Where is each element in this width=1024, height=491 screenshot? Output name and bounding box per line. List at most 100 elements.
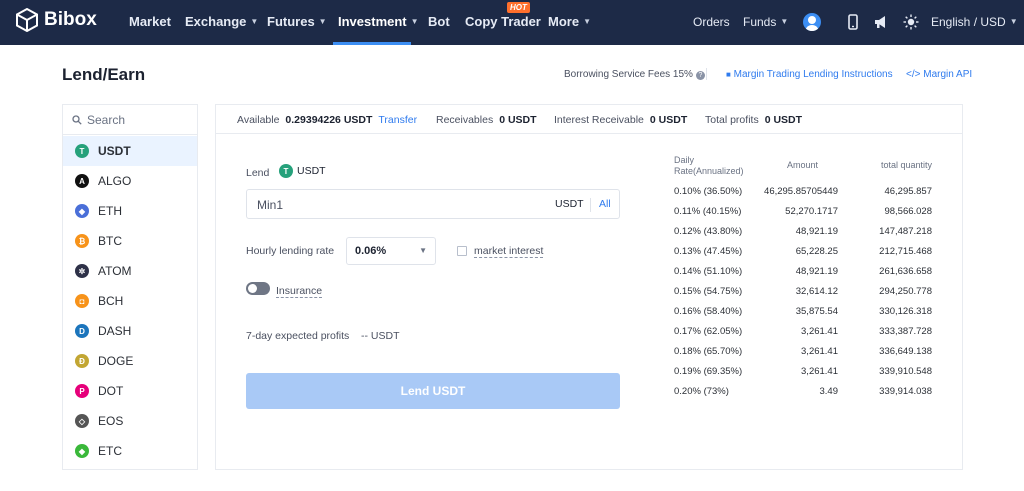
lending-instructions-label: Margin Trading Lending Instructions <box>733 69 893 80</box>
amount-cell: 35,875.54 <box>795 306 838 317</box>
code-icon: </> <box>906 69 921 80</box>
lending-rate-select[interactable]: 0.06% ▼ <box>346 237 436 265</box>
market-interest-checkbox[interactable] <box>457 246 467 256</box>
bibox-cube-icon <box>16 8 38 32</box>
nav-bot[interactable]: Bot <box>428 14 450 29</box>
all-button[interactable]: All <box>599 198 611 210</box>
insurance-toggle[interactable] <box>246 282 270 295</box>
coin-item-algo[interactable]: A ALGO <box>63 166 197 196</box>
coin-item-dash[interactable]: D DASH <box>63 316 197 346</box>
nav-more[interactable]: More ▼ <box>548 14 591 29</box>
amount-unit: USDT <box>555 198 584 210</box>
insurance-text: Insurance <box>276 285 323 298</box>
nav-investment-label: Investment <box>338 14 407 29</box>
coin-item-dot[interactable]: P DOT <box>63 376 197 406</box>
total-cell: 333,387.728 <box>879 326 932 337</box>
nav-futures[interactable]: Futures ▼ <box>267 14 327 29</box>
nav-market[interactable]: Market <box>129 14 171 29</box>
amount-cell: 65,228.25 <box>795 246 838 257</box>
amount-placeholder: Min1 <box>257 198 284 212</box>
search-input[interactable]: Search <box>63 105 197 135</box>
rate-cell: 0.14% (51.10%) <box>674 266 743 277</box>
phone-icon[interactable] <box>845 14 861 30</box>
active-tab-indicator <box>333 42 411 45</box>
coin-item-atom[interactable]: ✲ ATOM <box>63 256 197 286</box>
nav-more-label: More <box>548 14 580 29</box>
nav-funds-label: Funds <box>743 15 777 29</box>
rate-cell: 0.10% (36.50%) <box>674 186 743 197</box>
bch-coin-icon: ◘ <box>75 294 89 308</box>
expected-profits-label: 7-day expected profits <box>246 330 350 342</box>
page-title: Lend/Earn <box>62 65 146 84</box>
coin-symbol: USDT <box>98 144 131 158</box>
language-selector[interactable]: English / USD ▼ <box>931 15 1018 29</box>
doge-coin-icon: Ð <box>75 354 89 368</box>
chevron-down-icon: ▼ <box>318 17 327 26</box>
transfer-link[interactable]: Transfer <box>378 114 417 126</box>
total-profits-label: Total profits <box>705 114 759 126</box>
coin-symbol: DASH <box>98 324 132 338</box>
coin-item-doge[interactable]: Ð DOGE <box>63 346 197 376</box>
expected-profits-value: -- USDT <box>361 330 400 342</box>
toggle-knob <box>248 284 257 293</box>
insurance-label[interactable]: Insurance <box>276 285 323 298</box>
amount-cell: 3,261.41 <box>801 366 838 377</box>
nav-exchange[interactable]: Exchange ▼ <box>185 14 258 29</box>
coin-item-eos[interactable]: ◇ EOS <box>63 406 197 436</box>
amount-cell: 32,614.12 <box>795 286 838 297</box>
coin-symbol: DOGE <box>98 354 134 368</box>
coin-symbol: DOT <box>98 384 124 398</box>
avatar[interactable] <box>803 13 821 31</box>
coin-item-btc[interactable]: ₿ BTC <box>63 226 197 256</box>
coin-sidebar: Search T USDT A ALGO ◆ ETH ₿ BTC ✲ ATOM ◘ BCH D DASH Ð… <box>62 104 198 470</box>
eth-coin-icon: ◆ <box>75 204 89 218</box>
rate-cell: 0.11% (40.15%) <box>674 206 742 217</box>
margin-api-link[interactable]: </> Margin API <box>906 69 972 80</box>
nav-copy-trader[interactable]: Copy Trader <box>465 14 541 29</box>
interest-receivable-label: Interest Receivable <box>554 114 644 126</box>
market-interest-label[interactable]: market interest <box>474 245 544 258</box>
lend-amount-field[interactable]: Min1 USDT All <box>246 189 620 219</box>
total-cell: 294,250.778 <box>879 286 932 297</box>
market-interest-text: market interest <box>474 245 544 258</box>
coin-symbol: BCH <box>98 294 124 308</box>
rate-cell: 0.12% (43.80%) <box>674 226 743 237</box>
info-icon[interactable]: ? <box>695 71 705 80</box>
coin-symbol: ETH <box>98 204 122 218</box>
coin-symbol: ALGO <box>98 174 132 188</box>
sun-icon[interactable] <box>903 14 919 30</box>
rate-cell: 0.17% (62.05%) <box>674 326 743 337</box>
lend-coin: T USDT <box>279 164 326 178</box>
total-cell: 330,126.318 <box>879 306 932 317</box>
coin-item-etc[interactable]: ◆ ETC <box>63 436 197 466</box>
coin-item-eth[interactable]: ◆ ETH <box>63 196 197 226</box>
amount-cell: 3,261.41 <box>801 346 838 357</box>
receivables-label: Receivables <box>436 114 494 126</box>
btc-coin-icon: ₿ <box>75 234 89 248</box>
nav-orders[interactable]: Orders <box>693 15 730 29</box>
dot-coin-icon: P <box>75 384 89 398</box>
nav-funds[interactable]: Funds ▼ <box>743 15 788 29</box>
rate-cell: 0.16% (58.40%) <box>674 306 743 317</box>
receivables-stat: Receivables 0 USDT <box>436 114 537 126</box>
lend-submit-button[interactable]: Lend USDT <box>246 373 620 409</box>
total-cell: 98,566.028 <box>884 206 932 217</box>
nav-exchange-label: Exchange <box>185 14 247 29</box>
chevron-down-icon: ▼ <box>780 17 789 26</box>
amount-cell: 3.49 <box>819 386 839 397</box>
coin-item-usdt[interactable]: T USDT <box>63 136 197 166</box>
nav-investment[interactable]: Investment ▼ <box>338 14 419 29</box>
amount-cell: 48,921.19 <box>795 226 838 237</box>
lending-instructions-link[interactable]: ■ Margin Trading Lending Instructions <box>726 69 893 80</box>
amount-cell: 46,295.85705449 <box>764 186 838 197</box>
coin-item-bch[interactable]: ◘ BCH <box>63 286 197 316</box>
nav-copy-trader-label: Copy Trader <box>465 14 541 29</box>
coin-symbol: BTC <box>98 234 122 248</box>
megaphone-icon[interactable] <box>873 14 889 30</box>
nav-market-label: Market <box>129 14 171 29</box>
total-cell: 147,487.218 <box>879 226 932 237</box>
nav-bot-label: Bot <box>428 14 450 29</box>
chevron-down-icon: ▼ <box>250 17 259 26</box>
brand-logo[interactable]: Bibox <box>16 8 97 32</box>
dash-coin-icon: D <box>75 324 89 338</box>
